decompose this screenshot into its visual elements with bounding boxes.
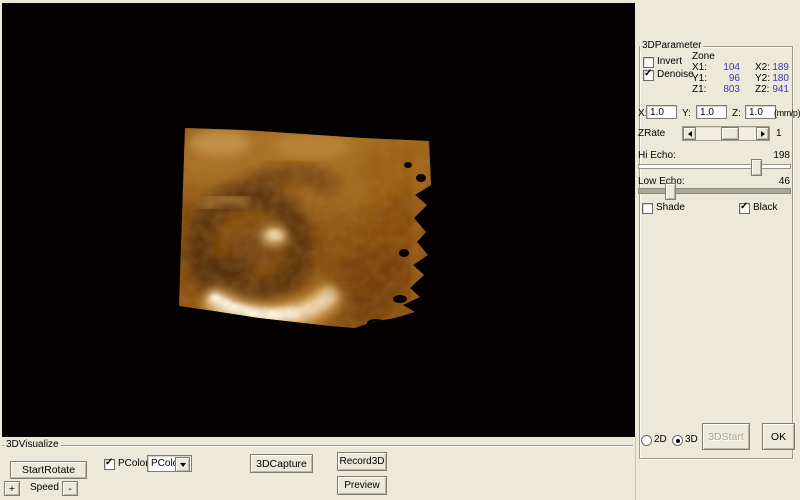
visualize-panel: 3DVisualize StartRotate + Speed - ✓ PCol…: [0, 437, 636, 500]
visualize-group-title: 3DVisualize: [4, 439, 61, 450]
parameter-panel: 3DParameter Invert ✓ Denoise Zone X1: 10…: [635, 0, 800, 500]
shade-checkbox[interactable]: [642, 203, 653, 214]
scale-y-label: Y:: [682, 108, 691, 119]
speed-plus-button[interactable]: +: [4, 481, 20, 496]
low-echo-slider-track[interactable]: [638, 188, 791, 194]
mode-2d-label: 2D: [654, 434, 667, 445]
pcolor-checkbox[interactable]: ✓: [104, 459, 115, 470]
zone-y1-value: 96: [710, 73, 740, 84]
hi-echo-label: Hi Echo:: [638, 150, 676, 161]
denoise-checkbox[interactable]: ✓: [643, 70, 654, 81]
pcolor-dropdown[interactable]: PColor: [147, 455, 192, 472]
zrate-scroll-right-button[interactable]: [756, 127, 769, 140]
pcolor-label: PColor: [118, 458, 149, 469]
hi-echo-slider-thumb[interactable]: [751, 159, 762, 176]
ultrasound-volume-image: [2, 3, 635, 437]
invert-label: Invert: [657, 56, 682, 67]
scale-z-label: Z:: [732, 108, 741, 119]
black-label: Black: [753, 202, 777, 213]
zone-z1-label: Z1:: [692, 84, 706, 95]
hi-echo-slider-track[interactable]: [638, 164, 791, 169]
zrate-value: 1: [776, 128, 782, 139]
mode-3d-radio[interactable]: [672, 435, 683, 446]
checkmark-icon: ✓: [644, 69, 652, 79]
record3d-button[interactable]: Record3D: [337, 452, 387, 471]
zone-z1-value: 803: [710, 84, 740, 95]
parameter-group-title: 3DParameter: [640, 40, 703, 51]
render-viewport[interactable]: [2, 3, 635, 437]
zone-x1-label: X1:: [692, 62, 707, 73]
scale-z-input[interactable]: [745, 105, 776, 119]
checkmark-icon: ✓: [740, 202, 748, 212]
invert-checkbox[interactable]: [643, 57, 654, 68]
app-window: 3DParameter Invert ✓ Denoise Zone X1: 10…: [0, 0, 800, 500]
zone-x1-value: 104: [710, 62, 740, 73]
scale-x-input[interactable]: [646, 105, 677, 119]
mode-2d-radio[interactable]: [641, 435, 652, 446]
shade-label: Shade: [656, 202, 685, 213]
zrate-scroll-left-button[interactable]: [683, 127, 696, 140]
zrate-label: ZRate: [638, 128, 665, 139]
scale-y-input[interactable]: [696, 105, 727, 119]
black-checkbox[interactable]: ✓: [739, 203, 750, 214]
start-rotate-button[interactable]: StartRotate: [10, 461, 87, 479]
start3d-button[interactable]: 3DStart: [702, 423, 750, 450]
speed-minus-button[interactable]: -: [62, 481, 78, 496]
scale-unit-label: (mm/p): [774, 108, 800, 118]
mode-3d-label: 3D: [685, 434, 698, 445]
low-echo-value: 46: [765, 176, 790, 187]
preview-button[interactable]: Preview: [337, 476, 387, 495]
zone-z2-value: 941: [765, 84, 789, 95]
denoise-label: Denoise: [657, 69, 694, 80]
hi-echo-value: 198: [765, 150, 790, 161]
pcolor-dropdown-button[interactable]: [175, 457, 190, 472]
checkmark-icon: ✓: [105, 458, 113, 468]
visualize-groupbox-line: [2, 445, 633, 446]
zrate-scrollbar[interactable]: [682, 126, 770, 141]
zone-y1-label: Y1:: [692, 73, 707, 84]
zone-y2-value: 180: [765, 73, 789, 84]
capture3d-button[interactable]: 3DCapture: [250, 454, 313, 473]
zone-x2-value: 189: [765, 62, 789, 73]
low-echo-slider-thumb[interactable]: [665, 183, 676, 200]
zrate-scrollbar-thumb[interactable]: [721, 127, 739, 140]
scroll-left-icon: [688, 131, 692, 137]
low-echo-label: Low Echo:: [638, 176, 685, 187]
chevron-down-icon: [180, 463, 186, 467]
ok-button[interactable]: OK: [762, 423, 795, 450]
speed-label: Speed: [30, 482, 59, 493]
scroll-right-icon: [761, 131, 765, 137]
zone-title: Zone: [692, 51, 715, 62]
